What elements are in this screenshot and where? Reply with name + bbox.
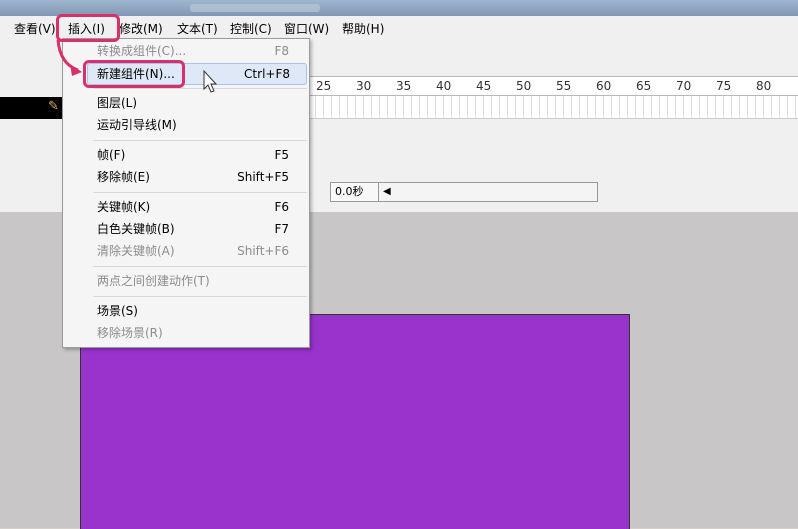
menu-view[interactable]: 查看(V) (14, 20, 56, 37)
pencil-icon: ✎ (48, 99, 59, 114)
menu-control[interactable]: 控制(C) (230, 20, 272, 37)
menu-item-remove-frame[interactable]: 移除帧(E) Shift+F5 (97, 167, 305, 187)
menu-item-keyframe[interactable]: 关键帧(K) F6 (97, 197, 305, 217)
frame-cells[interactable] (300, 96, 798, 119)
menu-item-clear-keyframe[interactable]: 清除关键帧(A) Shift+F6 (97, 241, 305, 261)
menu-item-layer[interactable]: 图层(L) (97, 93, 305, 113)
ruler-tick: 80 (756, 79, 772, 93)
menu-item-frame[interactable]: 帧(F) F5 (97, 145, 305, 165)
menu-text[interactable]: 文本(T) (177, 20, 218, 37)
ruler-tick: 30 (356, 79, 372, 93)
ruler-tick: 35 (396, 79, 412, 93)
menu-item-blank-keyframe[interactable]: 白色关键帧(B) F7 (97, 219, 305, 239)
title-bar (0, 0, 798, 16)
timeline-scrollbar[interactable]: ◀ (378, 182, 598, 202)
ruler-tick: 70 (676, 79, 692, 93)
ruler-tick: 45 (476, 79, 492, 93)
menu-help[interactable]: 帮助(H) (342, 20, 384, 37)
menu-modify[interactable]: 修改(M) (119, 20, 163, 37)
ruler-tick: 25 (316, 79, 332, 93)
menu-item-create-motion-tween[interactable]: 两点之间创建动作(T) (97, 271, 305, 291)
menu-item-scene[interactable]: 场景(S) (97, 301, 305, 321)
menu-item-convert-to-symbol[interactable]: 转换成组件(C)... F8 (97, 41, 305, 61)
menu-item-motion-guide[interactable]: 运动引导线(M) (97, 115, 305, 135)
ruler-tick: 55 (556, 79, 572, 93)
frame-ruler: 25 30 35 40 45 50 55 60 65 70 75 80 (300, 76, 798, 96)
ruler-tick: 40 (436, 79, 452, 93)
insert-menu-highlight (56, 14, 120, 42)
menu-item-remove-scene[interactable]: 移除场景(R) (97, 323, 305, 343)
ruler-tick: 60 (596, 79, 612, 93)
menu-window[interactable]: 窗口(W) (284, 20, 329, 37)
new-symbol-highlight (83, 60, 185, 88)
ruler-tick: 65 (636, 79, 652, 93)
scroll-left-icon[interactable]: ◀ (383, 186, 391, 197)
ruler-tick: 75 (716, 79, 732, 93)
timeline-status: 0.0秒 ◀ (300, 182, 798, 202)
elapsed-time: 0.0秒 (330, 182, 380, 202)
ruler-tick: 50 (516, 79, 532, 93)
